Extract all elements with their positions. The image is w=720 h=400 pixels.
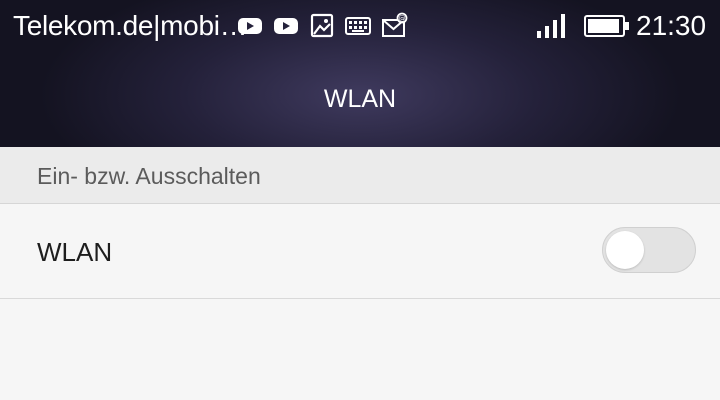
section-header: Ein- bzw. Ausschalten [0,147,720,204]
wlan-setting-row[interactable]: WLAN [0,204,720,299]
toggle-knob[interactable] [606,231,644,269]
image-icon [310,13,334,38]
mail-icon: @ [382,12,408,37]
status-bar: Telekom.de|mobi… @ 21:30 [0,0,720,52]
keyboard-icon [345,17,371,35]
carrier-name: Telekom.de|mobi… [13,10,248,41]
wlan-toggle[interactable] [602,227,696,273]
signal-strength-icon [537,14,565,38]
youtube-icon [274,18,298,34]
battery-icon [584,15,629,37]
clock: 21:30 [636,10,707,41]
section-label: Ein- bzw. Ausschalten [37,163,261,189]
wlan-label: WLAN [37,237,113,267]
settings-screen: Telekom.de|mobi… @ 21:30 WLAN Ein- bzw. … [0,0,720,400]
title-bar: WLAN [0,52,720,147]
header: Telekom.de|mobi… @ 21:30 WLAN [0,0,720,147]
youtube-icon [238,18,262,34]
page-title: WLAN [323,85,397,113]
svg-text:@: @ [399,15,406,23]
